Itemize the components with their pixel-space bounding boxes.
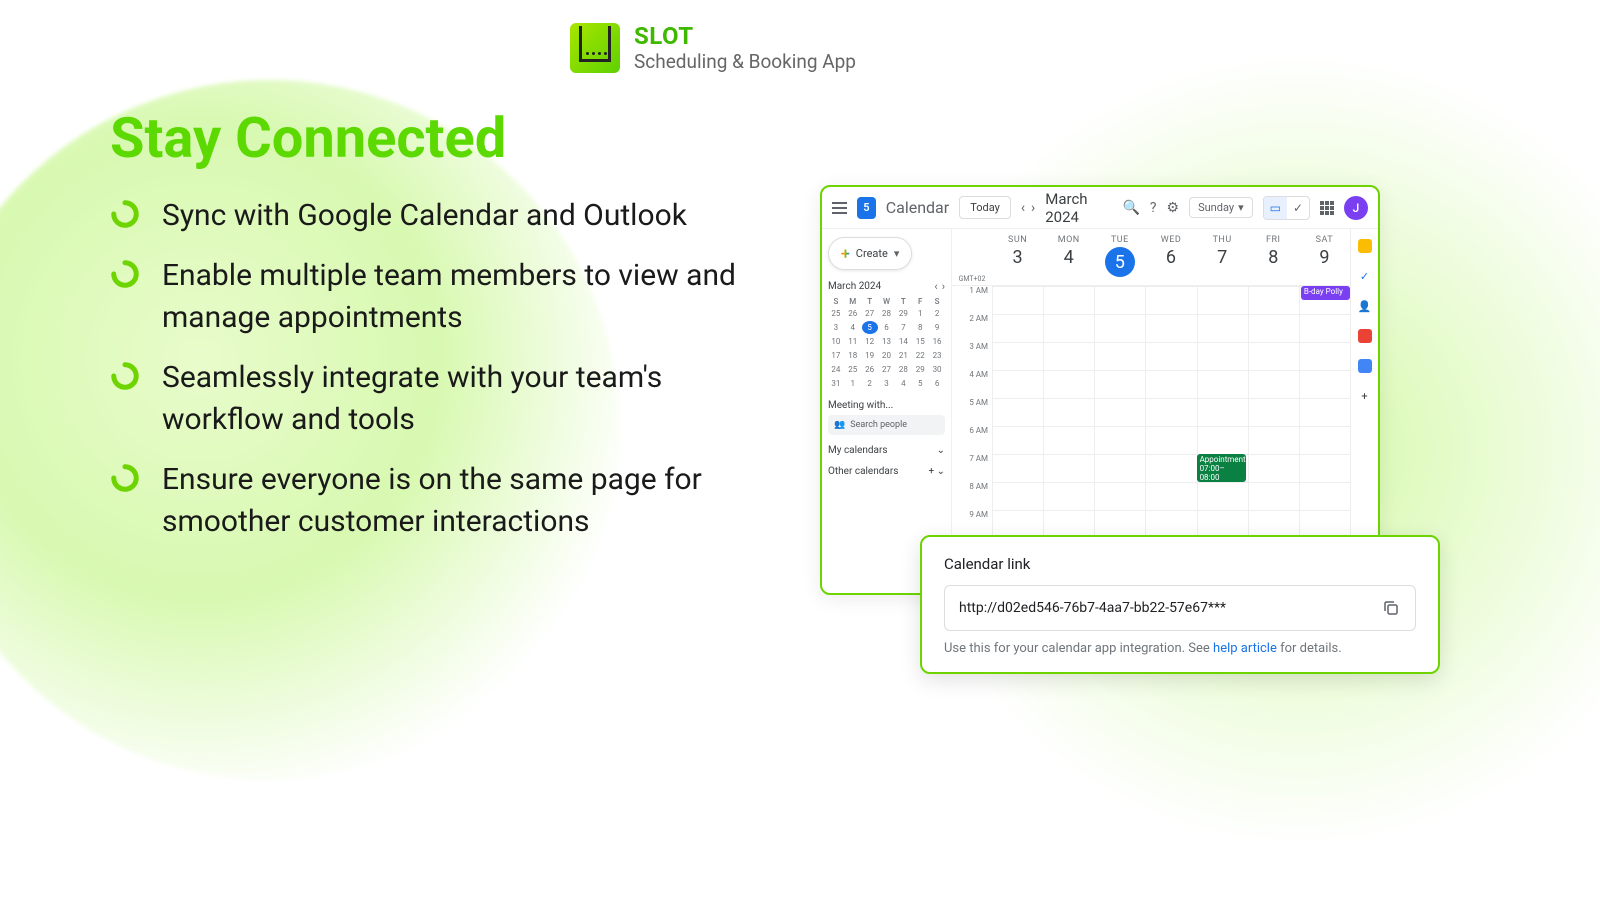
task-view-icon: ✓ [1287,197,1309,219]
bullet-icon [110,361,140,391]
today-button[interactable]: Today [959,196,1011,219]
bullet-icon [110,259,140,289]
link-hint: Use this for your calendar app integrati… [944,641,1416,656]
google-calendar-mock: 5 Calendar Today ‹› March 2024 🔍 ? ⚙ Sun… [820,185,1380,595]
chevron-down-icon: ▾ [894,247,900,260]
people-icon: 👥 [834,420,845,430]
day-header[interactable]: FRI8 [1248,229,1299,285]
apps-icon[interactable] [1320,201,1334,215]
calendar-link-card: Calendar link http://d02ed546-76b7-4aa7-… [920,535,1440,674]
meeting-with-label: Meeting with... [828,400,945,411]
page-title: Stay Connected [110,105,506,171]
event-bday[interactable]: B-day Polly [1301,286,1350,300]
brand-subtitle: Scheduling & Booking App [634,50,856,73]
menu-icon[interactable] [832,202,847,214]
day-header[interactable]: TUE5 [1094,229,1145,285]
feature-text: Enable multiple team members to view and… [162,255,750,339]
feature-item: Sync with Google Calendar and Outlook [110,195,750,237]
chevron-right-icon: › [1031,200,1035,216]
plus-icon[interactable]: + [1358,389,1372,403]
keep-icon[interactable] [1358,239,1372,253]
brand-header: SLOT Scheduling & Booking App [570,22,856,73]
search-icon[interactable]: 🔍 [1122,200,1139,216]
feature-text: Sync with Google Calendar and Outlook [162,195,687,237]
gcal-logo-icon: 5 [857,197,876,219]
feature-item: Ensure everyone is on the same page for … [110,459,750,543]
chevron-left-icon: ‹ [1021,200,1025,216]
nav-arrows[interactable]: ‹› [1021,200,1035,216]
timezone-label: GMT+02 [952,229,992,285]
chevron-down-icon: ⌄ [937,466,945,477]
day-header[interactable]: THU7 [1197,229,1248,285]
link-url: http://d02ed546-76b7-4aa7-bb22-57e67*** [959,600,1226,616]
day-header-row: GMT+02 SUN3MON4TUE5WED6THU7FRI8SAT9 [952,229,1350,286]
feature-list: Sync with Google Calendar and Outlook En… [110,195,750,561]
app-label: Calendar [886,198,949,217]
mini-calendar[interactable]: SMTWTFS252627282912345678910111213141516… [828,297,945,390]
link-input[interactable]: http://d02ed546-76b7-4aa7-bb22-57e67*** [944,585,1416,631]
tasks-icon[interactable]: ✓ [1358,269,1372,283]
calendar-topbar: 5 Calendar Today ‹› March 2024 🔍 ? ⚙ Sun… [822,187,1378,229]
bullet-icon [110,199,140,229]
day-header[interactable]: SAT9 [1299,229,1350,285]
other-calendars-label[interactable]: Other calendars [828,466,898,477]
plus-icon: + [928,466,934,477]
day-header[interactable]: WED6 [1145,229,1196,285]
feature-item: Seamlessly integrate with your team's wo… [110,357,750,441]
avatar[interactable]: J [1344,196,1368,220]
view-selector[interactable]: Sunday▾ [1189,197,1253,218]
feature-item: Enable multiple team members to view and… [110,255,750,339]
slot-logo-icon [570,23,620,73]
contacts-icon[interactable]: 👤 [1358,299,1372,313]
mini-month: March 2024 [828,281,881,292]
chevron-down-icon[interactable]: ⌄ [937,445,945,456]
mini-nav[interactable]: ‹› [934,280,945,293]
create-button[interactable]: +Create▾ [828,237,912,270]
event-appointment[interactable]: Appointment07:00–08:00 [1197,454,1246,482]
calendar-view-icon: ▭ [1264,197,1287,219]
feature-text: Seamlessly integrate with your team's wo… [162,357,750,441]
feature-text: Ensure everyone is on the same page for … [162,459,750,543]
maps-icon[interactable] [1358,329,1372,343]
search-people-input[interactable]: 👥Search people [828,415,945,435]
chevron-down-icon: ▾ [1238,201,1244,214]
help-icon[interactable]: ? [1150,200,1157,216]
plus-icon: + [841,244,850,263]
addon-icon[interactable] [1358,359,1372,373]
gear-icon[interactable]: ⚙ [1167,200,1180,216]
help-article-link[interactable]: help article [1213,641,1277,656]
view-toggle[interactable]: ▭ ✓ [1263,196,1310,220]
copy-icon[interactable] [1381,598,1401,618]
day-header[interactable]: SUN3 [992,229,1043,285]
month-label: March 2024 [1045,190,1112,226]
brand-name: SLOT [634,22,856,50]
my-calendars-label[interactable]: My calendars [828,445,888,456]
link-card-title: Calendar link [944,555,1416,573]
bullet-icon [110,463,140,493]
day-header[interactable]: MON4 [1043,229,1094,285]
